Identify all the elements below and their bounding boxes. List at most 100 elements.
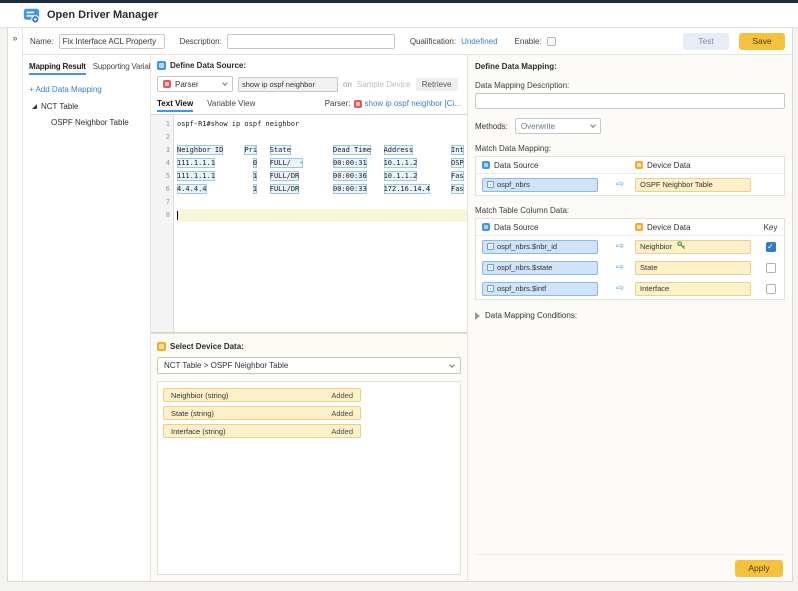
device-field-status: Added: [331, 409, 353, 418]
parsed-cell[interactable]: Int: [451, 145, 464, 155]
parsed-cell[interactable]: Address: [384, 145, 414, 155]
save-button[interactable]: Save: [739, 33, 785, 50]
code-line[interactable]: [177, 209, 467, 222]
device-field-name: Interface (string): [171, 427, 226, 436]
apply-button[interactable]: Apply: [735, 560, 783, 577]
parsed-cell[interactable]: 172.16.14.4: [384, 184, 430, 194]
key-cell: [757, 263, 784, 273]
mapping-description-input[interactable]: [475, 93, 785, 109]
data-source-icon: [157, 61, 166, 70]
code-text: [371, 146, 384, 154]
code-line[interactable]: [177, 196, 467, 209]
parsed-cell[interactable]: 111.1.1.1: [177, 158, 215, 168]
data-source-cell: ospf_nbrs.$state: [476, 261, 605, 275]
map-arrow-cell: ⇨: [605, 242, 635, 252]
code-line[interactable]: 4.4.4.4 1 FULL/DR 00:00:33 172.16.14.4 F…: [177, 183, 467, 196]
qualification-label: Qualification:: [410, 37, 456, 46]
data-source-col-icon: [482, 223, 490, 231]
parsed-cell[interactable]: 10.1.1.2: [384, 171, 418, 181]
device-data-pill[interactable]: Interface: [635, 282, 751, 296]
data-source-pill[interactable]: ospf_nbrs: [482, 178, 598, 192]
code-text: [257, 146, 270, 154]
device-data-col-icon: [635, 161, 643, 169]
device-data-col-label: Device Data: [647, 223, 691, 232]
tree-node-nct-table[interactable]: NCT Table: [29, 102, 150, 111]
tree-expander-icon[interactable]: [32, 104, 37, 109]
tab-text-view[interactable]: Text View: [157, 99, 193, 112]
parsed-cell[interactable]: OSP: [451, 158, 464, 168]
device-data-pill[interactable]: OSPF Neighbor Table: [635, 178, 751, 192]
tab-supporting-variables[interactable]: Supporting Variables: [93, 62, 151, 75]
parsed-cell[interactable]: Fas: [451, 184, 464, 194]
data-source-pill[interactable]: ospf_nbrs.$nbr_id: [482, 240, 598, 254]
code-line[interactable]: ospf-R1#show ip ospf neighbor: [177, 118, 467, 131]
map-arrow-icon: ⇨: [616, 284, 624, 294]
enable-checkbox[interactable]: [547, 37, 556, 46]
parser-link-text[interactable]: show ip ospf neighbor [Ci...: [365, 99, 462, 108]
code-line[interactable]: [177, 131, 467, 144]
methods-dropdown[interactable]: Overwrite: [515, 118, 601, 134]
data-source-col-label: Data Source: [494, 161, 538, 170]
command-input[interactable]: [238, 77, 338, 92]
expand-right-icon: [475, 312, 480, 320]
code-line[interactable]: 111.1.1.1 1 FULL/DR 00:00:36 10.1.1.2 Fa…: [177, 170, 467, 183]
app-icon: [23, 7, 40, 24]
device-field-row[interactable]: Neighbior (string)Added: [163, 388, 361, 402]
code-text: [299, 172, 333, 180]
device-field-row[interactable]: Interface (string)Added: [163, 424, 361, 438]
device-data-cell: Neighbior: [635, 240, 757, 254]
parser-type-dropdown[interactable]: Parser: [157, 76, 233, 92]
middle-panel: Define Data Source: Parser on Sample Dev…: [151, 55, 468, 581]
parsed-cell[interactable]: 00:00:33: [333, 184, 367, 194]
parsed-cell[interactable]: 00:00:36: [333, 171, 367, 181]
collapse-panel-icon[interactable]: »: [12, 33, 17, 43]
code-line[interactable]: Neighbor ID Pri State Dead Time Address …: [177, 144, 467, 157]
name-input[interactable]: [59, 34, 165, 49]
retrieve-button[interactable]: Retrieve: [416, 78, 458, 91]
device-data-dropdown[interactable]: NCT Table > OSPF Neighbor Table: [157, 357, 461, 374]
data-mapping-conditions-toggle[interactable]: Data Mapping Conditions:: [475, 311, 785, 320]
description-input[interactable]: [227, 34, 395, 49]
key-checkbox[interactable]: [766, 263, 776, 273]
parsed-cell[interactable]: 00:00:31: [333, 158, 367, 168]
tree-node-ospf-neighbor-table[interactable]: OSPF Neighbor Table: [29, 118, 150, 127]
code-text: [303, 159, 333, 167]
line-number: 8: [151, 209, 170, 222]
mapping-row: ospf_nbrs.$state⇨State: [476, 257, 784, 278]
define-data-source-section: Define Data Source: Parser on Sample Dev…: [151, 55, 467, 112]
qualification-link[interactable]: Undefined: [461, 37, 497, 46]
device-field-row[interactable]: State (string)Added: [163, 406, 361, 420]
parsed-cell[interactable]: Fas: [451, 171, 464, 181]
parsed-cell[interactable]: FULL/ -: [270, 158, 304, 168]
code-line[interactable]: 111.1.1.1 0 FULL/ - 00:00:31 10.1.1.2 OS…: [177, 157, 467, 170]
code-text: [367, 159, 384, 167]
parsed-cell[interactable]: Dead Time: [333, 145, 371, 155]
chevron-down-icon: [590, 122, 596, 128]
define-data-source-label: Define Data Source:: [170, 61, 246, 70]
parsed-cell[interactable]: State: [270, 145, 291, 155]
parsed-cell[interactable]: 111.1.1.1: [177, 171, 215, 181]
key-checkbox[interactable]: ✓: [766, 242, 776, 252]
parsed-cell[interactable]: FULL/DR: [270, 171, 300, 181]
sample-device-link[interactable]: Sample Device: [357, 80, 411, 89]
device-data-pill[interactable]: State: [635, 261, 751, 275]
map-arrow-cell: ⇨: [605, 284, 635, 294]
tab-variable-view[interactable]: Variable View: [207, 99, 255, 110]
mapping-row: ospf_nbrs.$nbr_id ⇨Neighbior ✓: [476, 236, 784, 257]
line-number: 5: [151, 170, 170, 183]
device-data-pill[interactable]: Neighbior: [635, 240, 751, 254]
parsed-cell[interactable]: 4.4.4.4: [177, 184, 207, 194]
editor-code-area[interactable]: ospf-R1#show ip ospf neighbor Neighbor ID…: [174, 115, 467, 332]
code-editor[interactable]: 12345678 ospf-R1#show ip ospf neighborNe…: [151, 114, 467, 333]
parsed-cell[interactable]: Neighbor ID: [177, 145, 223, 155]
parsed-cell[interactable]: Pri: [244, 145, 257, 155]
parsed-cell[interactable]: 10.1.1.2: [384, 158, 418, 168]
test-button[interactable]: Test: [683, 33, 729, 50]
add-data-mapping-link[interactable]: + Add Data Mapping: [29, 85, 150, 94]
parsed-cell[interactable]: FULL/DR: [270, 184, 300, 194]
tab-mapping-result[interactable]: Mapping Result: [29, 62, 86, 75]
data-source-pill[interactable]: ospf_nbrs.$state: [482, 261, 598, 275]
data-source-pill[interactable]: ospf_nbrs.$intf: [482, 282, 598, 296]
parser-link-icon: [354, 100, 362, 108]
key-checkbox[interactable]: [766, 284, 776, 294]
